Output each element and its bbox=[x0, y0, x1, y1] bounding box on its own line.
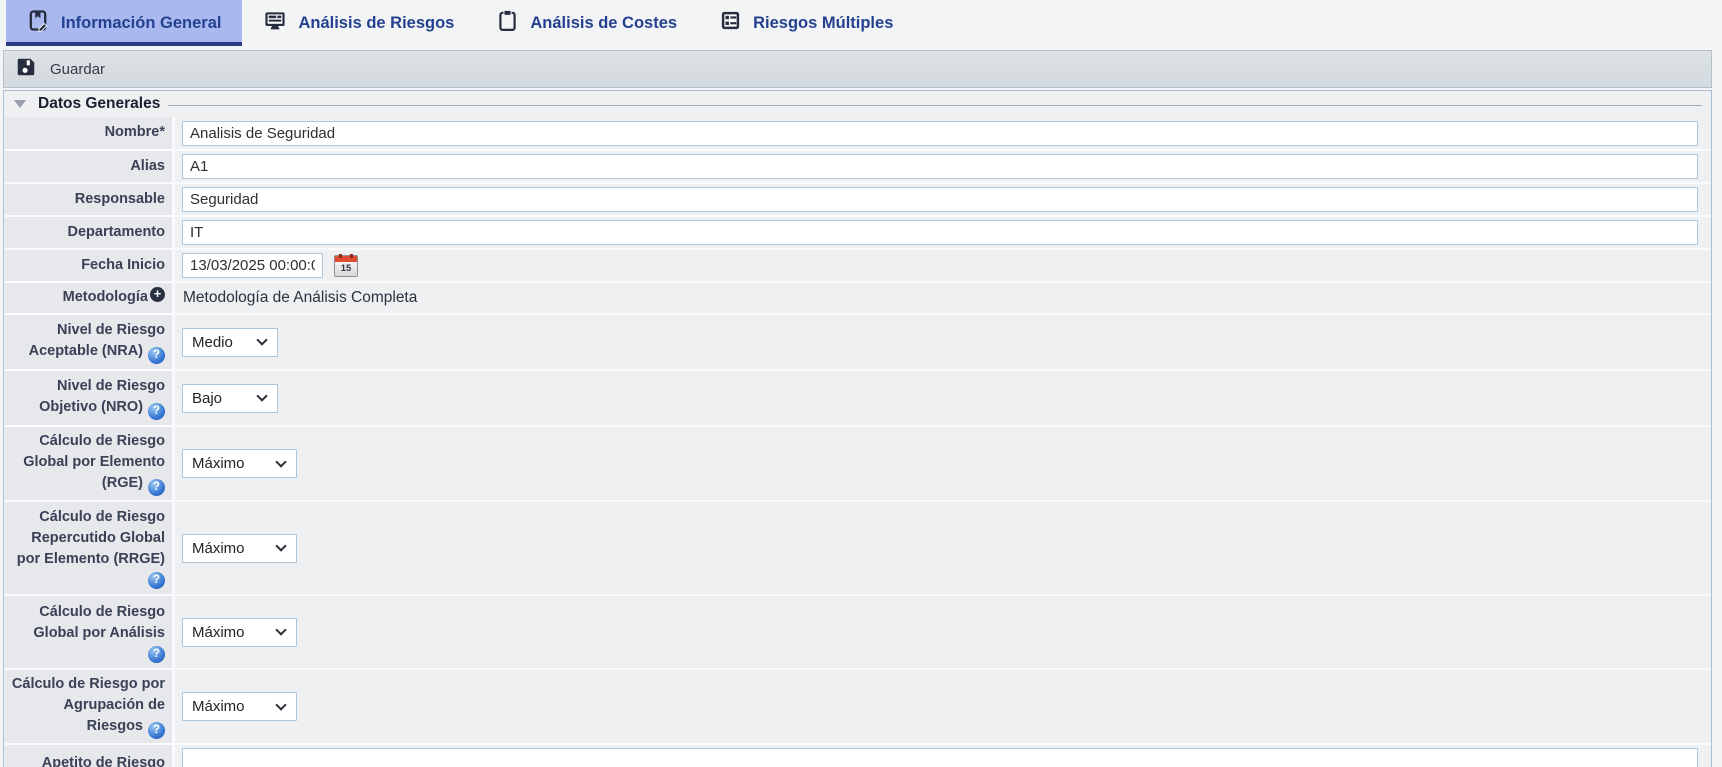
row-metodologia: Metodología+ Metodología de Análisis Com… bbox=[5, 283, 1710, 313]
rga-label: Cálculo de Riesgo Global por Análisis bbox=[33, 604, 165, 641]
row-alias: Alias bbox=[5, 151, 1710, 182]
rrge-help-icon[interactable]: ? bbox=[148, 572, 165, 589]
form-panel: Datos Generales Nombre* Alias Responsabl… bbox=[3, 90, 1712, 767]
nro-help-icon[interactable]: ? bbox=[148, 403, 165, 420]
calendar-icon-day: 15 bbox=[335, 263, 357, 274]
row-nra: Nivel de Riesgo Aceptable (NRA)? Medio bbox=[5, 315, 1710, 369]
fecha-inicio-input[interactable] bbox=[182, 253, 323, 278]
row-fecha-inicio: Fecha Inicio 15 bbox=[5, 250, 1710, 281]
rar-help-icon[interactable]: ? bbox=[148, 722, 165, 739]
alias-label: Alias bbox=[130, 156, 165, 177]
metodologia-value: Metodología de Análisis Completa bbox=[182, 289, 417, 307]
add-metodologia-icon[interactable]: + bbox=[150, 287, 165, 302]
floppy-disk-icon bbox=[15, 56, 37, 82]
chevron-down-icon bbox=[256, 334, 267, 345]
rga-select-value: Máximo bbox=[192, 624, 245, 641]
chevron-down-icon bbox=[256, 390, 267, 401]
departamento-label: Departamento bbox=[68, 222, 166, 243]
alias-input[interactable] bbox=[182, 154, 1698, 179]
nro-select-value: Bajo bbox=[192, 390, 222, 407]
save-button[interactable]: Guardar bbox=[15, 56, 105, 82]
tab-label: Información General bbox=[61, 14, 221, 33]
rrge-label: Cálculo de Riesgo Repercutido Global por… bbox=[17, 509, 165, 567]
row-responsable: Responsable bbox=[5, 184, 1710, 215]
section-title: Datos Generales bbox=[38, 95, 160, 113]
rge-select-value: Máximo bbox=[192, 455, 245, 472]
section-datos-generales: Datos Generales bbox=[5, 92, 1710, 114]
chevron-down-icon bbox=[275, 699, 286, 710]
rge-select[interactable]: Máximo bbox=[182, 449, 297, 478]
monitor-dashboard-icon bbox=[263, 9, 287, 38]
nra-select-value: Medio bbox=[192, 334, 233, 351]
tab-label: Análisis de Costes bbox=[530, 14, 677, 33]
rrge-select[interactable]: Máximo bbox=[182, 534, 297, 563]
tab-informacion-general[interactable]: Información General bbox=[6, 0, 242, 46]
rga-select[interactable]: Máximo bbox=[182, 618, 297, 647]
datos-generales-form: Nombre* Alias Responsable Departamento F bbox=[5, 117, 1710, 767]
section-divider bbox=[168, 105, 1702, 106]
calendar-icon-header bbox=[335, 256, 357, 262]
tab-label: Riesgos Múltiples bbox=[753, 14, 893, 33]
responsable-label: Responsable bbox=[75, 189, 165, 210]
tab-riesgos-multiples[interactable]: Riesgos Múltiples bbox=[698, 0, 914, 46]
chevron-down-icon bbox=[275, 540, 286, 551]
nra-select[interactable]: Medio bbox=[182, 328, 278, 357]
rrge-select-value: Máximo bbox=[192, 540, 245, 557]
departamento-input[interactable] bbox=[182, 220, 1698, 245]
calendar-icon[interactable]: 15 bbox=[334, 255, 358, 277]
toolbar: Guardar bbox=[3, 50, 1712, 88]
row-rrge: Cálculo de Riesgo Repercutido Global por… bbox=[5, 502, 1710, 594]
tab-label: Análisis de Riesgos bbox=[298, 14, 454, 33]
row-rge: Cálculo de Riesgo Global por Elemento (R… bbox=[5, 427, 1710, 500]
nombre-input[interactable] bbox=[182, 121, 1698, 146]
row-nombre: Nombre* bbox=[5, 117, 1710, 149]
rge-help-icon[interactable]: ? bbox=[148, 479, 165, 496]
tab-analisis-de-riesgos[interactable]: Análisis de Riesgos bbox=[242, 0, 475, 46]
row-apetito-de-riesgo: Apetito de Riesgo bbox=[5, 745, 1710, 767]
metodologia-label: Metodología bbox=[63, 289, 148, 305]
chevron-down-icon bbox=[275, 456, 286, 467]
clipboard-icon bbox=[496, 9, 519, 37]
checklist-icon bbox=[719, 9, 742, 37]
nro-select[interactable]: Bajo bbox=[182, 384, 278, 413]
responsable-input[interactable] bbox=[182, 187, 1698, 212]
apetito-input[interactable] bbox=[182, 748, 1698, 767]
rga-help-icon[interactable]: ? bbox=[148, 646, 165, 663]
nro-label: Nivel de Riesgo Objetivo (NRO) bbox=[39, 378, 165, 415]
tab-bar: Información General Análisis de Riesgos … bbox=[0, 0, 1722, 46]
nra-help-icon[interactable]: ? bbox=[148, 347, 165, 364]
row-riesgo-global-analisis: Cálculo de Riesgo Global por Análisis? M… bbox=[5, 596, 1710, 668]
rar-label: Cálculo de Riesgo por Agrupación de Ries… bbox=[12, 676, 165, 734]
rge-label: Cálculo de Riesgo Global por Elemento (R… bbox=[23, 433, 165, 491]
save-button-label: Guardar bbox=[50, 61, 105, 78]
journal-pencil-icon bbox=[27, 9, 50, 37]
rar-select-value: Máximo bbox=[192, 698, 245, 715]
nombre-label: Nombre* bbox=[105, 122, 165, 143]
tab-analisis-de-costes[interactable]: Análisis de Costes bbox=[475, 0, 698, 46]
fecha-inicio-label: Fecha Inicio bbox=[81, 255, 165, 276]
row-departamento: Departamento bbox=[5, 217, 1710, 248]
apetito-label: Apetito de Riesgo bbox=[42, 753, 165, 767]
rar-select[interactable]: Máximo bbox=[182, 692, 297, 721]
nra-label: Nivel de Riesgo Aceptable (NRA) bbox=[29, 322, 165, 359]
chevron-down-icon bbox=[275, 624, 286, 635]
triangle-down-icon[interactable] bbox=[14, 100, 26, 108]
row-nro: Nivel de Riesgo Objetivo (NRO)? Bajo bbox=[5, 371, 1710, 425]
row-agrupacion-riesgos: Cálculo de Riesgo por Agrupación de Ries… bbox=[5, 670, 1710, 743]
